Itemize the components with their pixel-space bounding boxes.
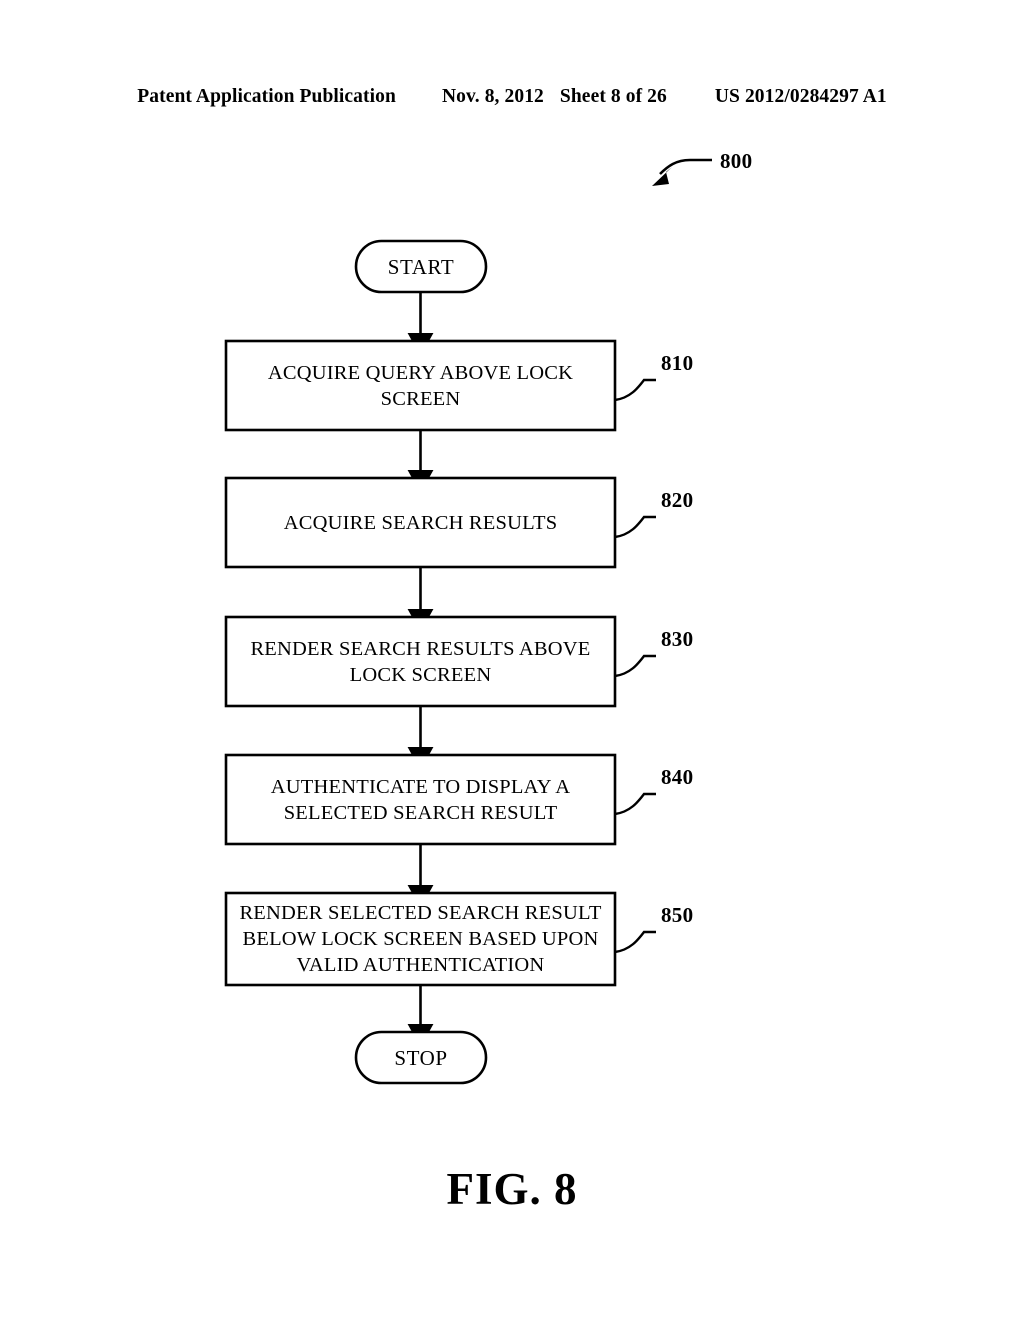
step-box-850	[224, 891, 617, 987]
diagram-ref-leader-800	[652, 158, 712, 186]
ref-leader-810	[614, 378, 656, 402]
step-box-830	[224, 615, 617, 708]
figure-caption: FIG. 8	[446, 1164, 578, 1214]
flowchart-canvas	[224, 158, 712, 1085]
step-810-ref: 810	[661, 351, 694, 375]
step-box-820	[224, 476, 617, 569]
flowchart-diagram: 800 START ACQUIRE QUERY ABOVE LOCK SCREE…	[0, 0, 1024, 1320]
start-terminal-shape	[354, 239, 488, 294]
step-box-810	[224, 339, 617, 432]
ref-leader-850	[614, 930, 656, 954]
ref-leader-830	[614, 654, 656, 678]
step-850-ref: 850	[661, 903, 694, 927]
stop-terminal-shape	[354, 1030, 488, 1085]
step-830-ref: 830	[661, 627, 694, 651]
step-820-ref: 820	[661, 488, 694, 512]
ref-leader-820	[614, 515, 656, 539]
ref-leader-840	[614, 792, 656, 816]
step-840-ref: 840	[661, 765, 694, 789]
step-box-840	[224, 753, 617, 846]
diagram-ref-800: 800	[720, 149, 753, 173]
